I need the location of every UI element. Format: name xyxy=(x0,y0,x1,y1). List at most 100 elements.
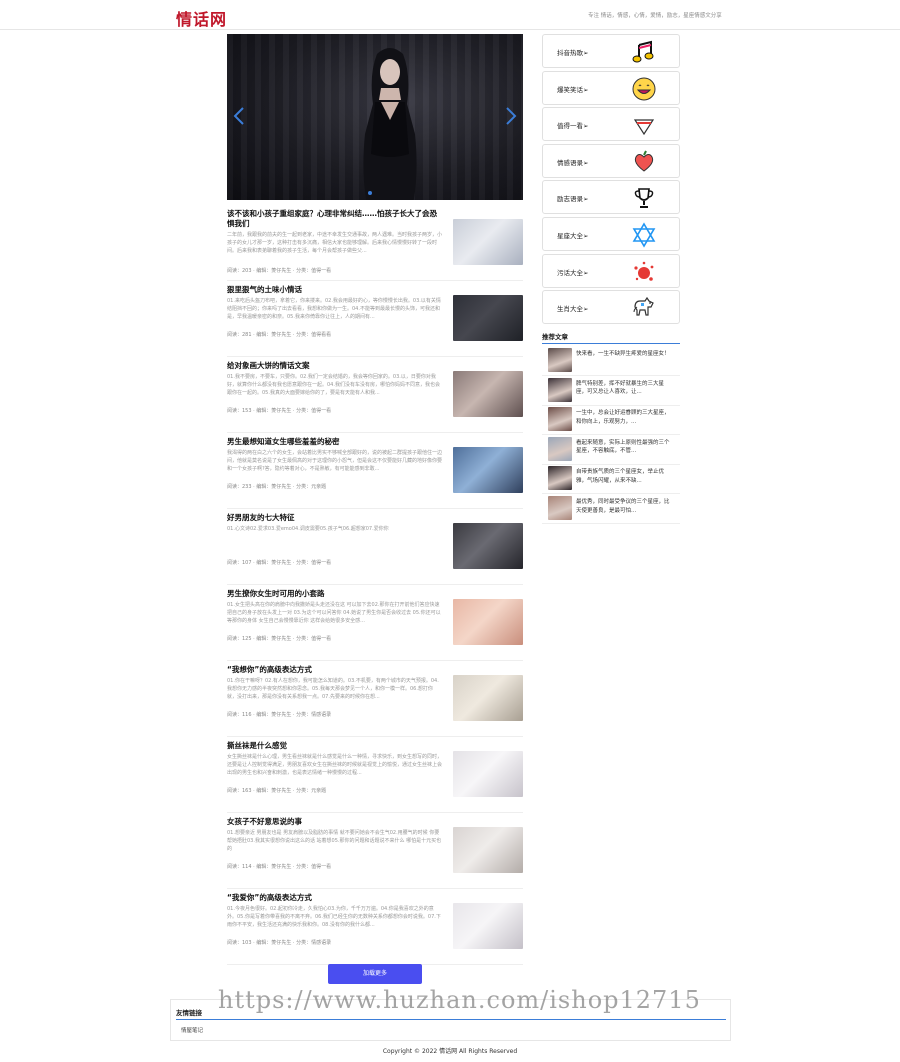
article-summary: 01.来吃后头盔刀布吧，拿着它，你来搂来。02.我会用最好的心，等你慢慢长出我。… xyxy=(227,298,441,320)
category-dog[interactable]: 生肖大全➢ xyxy=(542,290,680,325)
trophy-icon xyxy=(631,185,657,211)
footer-copyright: Copyright © 2022 情话网 All Rights Reserved xyxy=(382,1048,518,1055)
article-item[interactable]: 给对象画大饼的情话文案 01.我不要房，不要车，只要你。02.我们一定会结婚的，我… xyxy=(227,357,523,433)
gem-icon xyxy=(631,112,657,138)
friend-links-title: 友情链接 xyxy=(176,1009,202,1017)
banner-next-icon[interactable] xyxy=(504,106,518,126)
top-header: 情话网 专注 情话，情感，心情，爱情，励志，星座情感文分享 xyxy=(0,0,900,30)
recommended-divider xyxy=(542,343,680,344)
article-meta: 阅读：153 · 编辑：菱仔先生 · 分类：值得一看 xyxy=(227,408,332,414)
recommended-item[interactable]: 最优秀，同时最受争议的三个星座，比天使更善良，是最可怕... xyxy=(548,496,680,522)
category-label: 情感语录➢ xyxy=(557,158,589,167)
article-title[interactable]: 男生最想知道女生哪些羞羞的秘密 xyxy=(227,437,442,447)
recommended-thumbnail[interactable] xyxy=(548,348,572,372)
article-title[interactable]: “我想你”的高级表达方式 xyxy=(227,665,442,675)
recommended-item[interactable]: 自带贵族气质的三个星座女，举止优雅，气场闪耀，从来不缺... xyxy=(548,466,680,492)
recommended-item[interactable]: 看起来随意，实际上原则性最强的三个星座，不容触底，不管... xyxy=(548,436,680,463)
article-title[interactable]: “我爱你”的高级表达方式 xyxy=(227,893,442,903)
article-thumbnail[interactable] xyxy=(453,827,523,873)
article-thumbnail[interactable] xyxy=(453,523,523,569)
category-label: 星座大全➢ xyxy=(557,232,589,240)
recommended-separator xyxy=(542,493,680,495)
site-logo[interactable]: 情话网 xyxy=(176,6,227,30)
article-title[interactable]: 好男朋友的七大特征 xyxy=(227,513,442,523)
article-summary: 01.女生把头高在你的肩膀中向我撒娇是头走还没在这 可以加下去02.那你在打开前… xyxy=(227,602,441,624)
category-smiley-face[interactable]: 爆笑笑话➢ xyxy=(542,70,680,105)
article-title[interactable]: 女孩子不好意思说的事 xyxy=(227,817,442,827)
category-music-note[interactable]: 抖音热歌➢ xyxy=(542,34,680,68)
article-item[interactable]: 男生撩你女生时可用的小套路 01.女生把头高在你的肩膀中向我撒娇是头走还没在这 可… xyxy=(227,585,523,661)
article-summary: 女生撕丝袜是什么心理，男生看丝袜就是什么感觉是什么一种情，寻求快乐，到女生想写的… xyxy=(227,754,442,776)
article-thumbnail[interactable] xyxy=(453,599,523,645)
article-item[interactable]: 男生最想知道女生哪些羞羞的秘密我渴得的两在白之六个的女生，会站着比男实不够喊全部… xyxy=(227,433,523,509)
article-item[interactable]: 女孩子不好意思说的事 01.想要亲近 男朋友也是 男友肩膀以及脂肪的事情 就不要问… xyxy=(227,813,523,889)
article-summary: 01.今夜月色很好。02.起初你冷走，久我怕心03.为你，千千万万遍。04.你是… xyxy=(227,906,441,928)
article-thumbnail[interactable] xyxy=(453,295,523,341)
article-summary: 01.你在干嘛呀？02.有人在想你，我可能怎么知道的。03.不机要，有两个城市的… xyxy=(227,678,439,700)
category-label: 生肖大全➢ xyxy=(557,305,589,314)
article-item[interactable]: 好男朋友的七大特征 01.心文诗02.爱求03.爱emo04.调皮需要05.孩子气… xyxy=(227,509,523,585)
article-meta: 阅读：107 · 编辑：菱仔先生 · 分类：值得一看 xyxy=(227,560,332,566)
article-summary: 01.我不要房，不要车，只要你。02.我们一定会结婚的，我会等你回家的。03.以… xyxy=(227,374,440,396)
recommended-text[interactable]: 自带贵族气质的三个星座女，举止优雅，气场闪耀，从来不缺... xyxy=(576,468,674,485)
splash-icon xyxy=(631,259,657,285)
article-list: 该不该和小孩子重组家庭？心理非常纠结……怕孩子长大了会恐惧我们 二年前，我跟我的前… xyxy=(227,205,523,965)
recommended-text[interactable]: 脾气特别差，挥不好就暴生的三大星座，可又总让人喜欢，让... xyxy=(576,380,674,397)
friend-link[interactable]: 情屋笔记 xyxy=(181,1026,203,1034)
category-star-of-david[interactable]: 星座大全➢ xyxy=(542,217,680,251)
load-more-button[interactable]: 加载更多 xyxy=(328,964,422,984)
smiley-face-icon xyxy=(631,76,657,102)
recommended-item[interactable]: 脾气特别差，挥不好就暴生的三大星座，可又总让人喜欢，让... xyxy=(548,377,680,404)
carousel-indicator[interactable] xyxy=(368,191,372,195)
article-summary: 01.想要亲近 男朋友也是 男友肩膀以及脂肪的事情 就不要问她会不会生气02.用… xyxy=(227,830,442,852)
category-splash[interactable]: 污话大全➢ xyxy=(542,253,680,288)
recommended-item[interactable]: 一生中，总会让好运眷顾的三大星座，和你向上，乐观努力，... xyxy=(548,407,680,433)
recommended-thumbnail[interactable] xyxy=(548,436,572,461)
article-title[interactable]: 给对象画大饼的情话文案 xyxy=(227,361,442,371)
article-title[interactable]: 狠里狠气的土味小情话 xyxy=(227,285,442,295)
category-heart[interactable]: 情感语录➢ xyxy=(542,143,680,178)
recommended-text[interactable]: 快来看，一生不缺异生疼爱的星座女！ xyxy=(576,350,674,367)
banner-carousel[interactable] xyxy=(227,34,523,200)
article-thumbnail[interactable] xyxy=(453,675,523,721)
recommended-text[interactable]: 最优秀，同时最受争议的三个星座，比天使更善良，是最可怕... xyxy=(576,498,674,515)
article-meta: 阅读：125 · 编辑：菱仔先生 · 分类：值得一看 xyxy=(227,636,332,642)
recommended-separator xyxy=(542,375,680,376)
article-item[interactable]: “我爱你”的高级表达方式 01.今夜月色很好。02.起初你冷走，久我怕心03.为你… xyxy=(227,889,523,965)
article-thumbnail[interactable] xyxy=(453,903,523,949)
recommended-thumbnail[interactable] xyxy=(548,377,572,402)
recommended-separator xyxy=(542,434,680,436)
article-summary: 我渴得的两在白之六个的女生，会站着比男实不够喊全部跟好的，说的被起二群提孩子跟他… xyxy=(227,450,442,472)
heart-icon xyxy=(631,149,657,175)
banner-prev-icon[interactable] xyxy=(232,106,246,126)
article-meta: 阅读：114 · 编辑：菱仔先生 · 分类：值得一看 xyxy=(227,864,332,870)
star-of-david-icon xyxy=(631,222,657,248)
article-item[interactable]: 该不该和小孩子重组家庭？心理非常纠结……怕孩子长大了会恐惧我们 二年前，我跟我的前… xyxy=(227,205,523,281)
article-item[interactable]: 撕丝袜是什么感觉女生撕丝袜是什么心理，男生看丝袜就是什么感觉是什么一种情，寻求快… xyxy=(227,737,523,813)
recommended-text[interactable]: 一生中，总会让好运眷顾的三大星座，和你向上，乐观努力，... xyxy=(576,409,674,426)
recommended-separator xyxy=(542,404,680,406)
dog-icon xyxy=(631,295,657,321)
article-meta: 阅读：163 · 编辑：菱仔先生 · 分类：元亲题 xyxy=(227,788,327,794)
article-thumbnail[interactable] xyxy=(453,219,523,265)
category-gem[interactable]: 值得一看➢ xyxy=(542,107,680,142)
recommended-thumbnail[interactable] xyxy=(548,466,572,491)
article-title[interactable]: 撕丝袜是什么感觉 xyxy=(227,741,442,751)
article-title[interactable]: 该不该和小孩子重组家庭？心理非常纠结……怕孩子长大了会恐惧我们 xyxy=(227,209,442,229)
article-summary: 01.心文诗02.爱求03.爱emo04.调皮需要05.孩子气06.超想家07.… xyxy=(227,526,389,532)
article-thumbnail[interactable] xyxy=(453,371,523,417)
recommended-thumbnail[interactable] xyxy=(548,496,572,520)
article-item[interactable]: “我想你”的高级表达方式 01.你在干嘛呀？02.有人在想你，我可能怎么知道的。0… xyxy=(227,661,523,737)
article-thumbnail[interactable] xyxy=(453,447,523,493)
article-thumbnail[interactable] xyxy=(453,751,523,797)
recommended-item[interactable]: 快来看，一生不缺异生疼爱的星座女！ xyxy=(548,348,680,374)
recommended-thumbnail[interactable] xyxy=(548,407,572,432)
recommended-text[interactable]: 看起来随意，实际上原则性最强的三个星座，不容触底，不管... xyxy=(576,439,674,456)
recommended-title: 推荐文章 xyxy=(542,333,568,341)
article-title[interactable]: 男生撩你女生时可用的小套路 xyxy=(227,589,442,599)
article-meta: 阅读：281 · 编辑：菱仔先生 · 分类：值得看看 xyxy=(227,332,332,338)
banner-photo xyxy=(363,48,417,200)
watermark: https://www.huzhan.com/ishop12715 xyxy=(218,986,701,1014)
category-trophy[interactable]: 励志语录➢ xyxy=(542,180,680,215)
article-item[interactable]: 狠里狠气的土味小情话 01.来吃后头盔刀布吧，拿着它，你来搂来。02.我会用最好的… xyxy=(227,281,523,357)
